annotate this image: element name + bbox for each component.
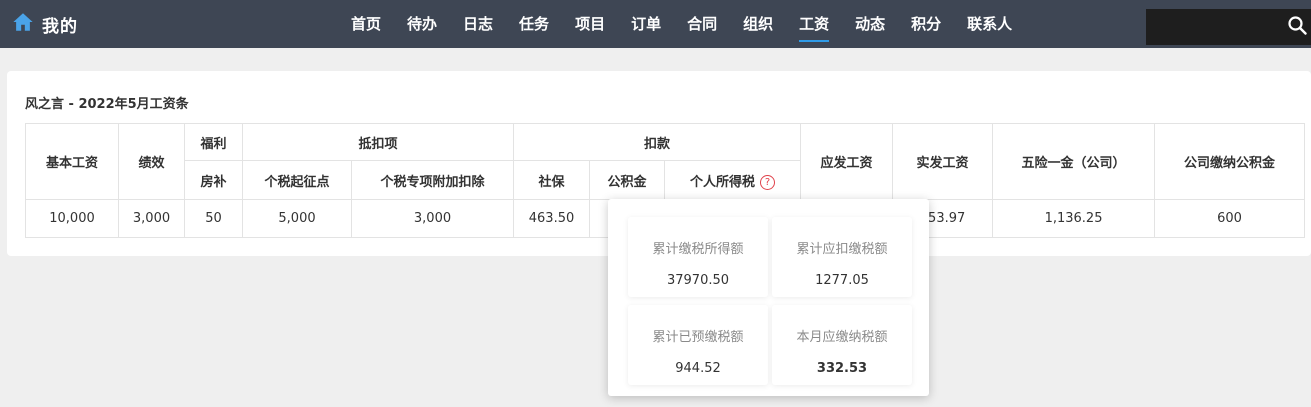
header-social-security: 社保 <box>513 160 591 200</box>
nav-item-activity[interactable]: 动态 <box>842 0 898 48</box>
home-icon <box>12 11 34 37</box>
nav-item-contacts[interactable]: 联系人 <box>954 0 1025 48</box>
tax-tile-cumulative-tax-prepaid: 累计已预缴税额 944.52 <box>628 305 768 385</box>
search-input[interactable] <box>1146 9 1282 45</box>
tax-detail-popover: 累计缴税所得额 37970.50 累计应扣缴税额 1277.05 累计已预缴税额… <box>608 199 929 396</box>
header-gross-pay: 应发工资 <box>800 123 894 200</box>
nav-item-contract[interactable]: 合同 <box>674 0 730 48</box>
nav-item-points[interactable]: 积分 <box>898 0 954 48</box>
nav-item-project[interactable]: 项目 <box>562 0 618 48</box>
header-welfare: 福利 <box>184 123 243 161</box>
nav-item-log[interactable]: 日志 <box>450 0 506 48</box>
brand[interactable]: 我的 <box>12 11 78 37</box>
header-base-salary: 基本工资 <box>25 123 119 200</box>
nav-item-organization[interactable]: 组织 <box>730 0 786 48</box>
header-housing-fund-company: 公司缴纳公积金 <box>1154 123 1306 200</box>
tile-value: 332.53 <box>816 361 868 376</box>
header-insurance-company: 五险一金（公司） <box>992 123 1156 200</box>
header-net-pay: 实发工资 <box>892 123 994 200</box>
header-housing-allowance: 房补 <box>184 160 243 200</box>
tile-value: 37970.50 <box>666 273 730 288</box>
tax-tile-monthly-tax-due: 本月应缴纳税额 332.53 <box>772 305 912 385</box>
brand-title: 我的 <box>42 16 78 37</box>
cell-social-security: 463.50 <box>513 199 591 238</box>
nav-item-home[interactable]: 首页 <box>338 0 394 48</box>
cell-base-salary: 10,000 <box>25 199 119 238</box>
tile-label: 累计缴税所得额 <box>652 242 744 257</box>
search-button[interactable] <box>1282 9 1311 45</box>
nav-item-todo[interactable]: 待办 <box>394 0 450 48</box>
cell-performance: 3,000 <box>118 199 185 238</box>
cell-special-deduction: 3,000 <box>350 199 515 238</box>
nav-item-task[interactable]: 任务 <box>506 0 562 48</box>
search-icon <box>1287 15 1307 39</box>
tax-tile-cumulative-taxable-income: 累计缴税所得额 37970.50 <box>628 217 768 297</box>
header-income-tax: 个人所得税? <box>664 160 802 200</box>
payslip-title: 风之言 - 2022年5月工资条 <box>25 97 189 112</box>
help-icon[interactable]: ? <box>760 174 776 190</box>
tax-tile-cumulative-tax-withheld: 累计应扣缴税额 1277.05 <box>772 217 912 297</box>
tile-value: 944.52 <box>675 361 721 376</box>
top-navbar: 我的 首页 待办 日志 任务 项目 订单 合同 组织 工资 动态 积分 联系人 <box>0 0 1311 48</box>
header-income-tax-label: 个人所得税 <box>690 174 756 190</box>
tile-value: 1277.05 <box>815 273 869 288</box>
header-tax-threshold: 个税起征点 <box>242 160 352 200</box>
cell-insurance-company: 1,136.25 <box>992 199 1156 238</box>
cell-tax-threshold: 5,000 <box>242 199 352 238</box>
main-nav: 首页 待办 日志 任务 项目 订单 合同 组织 工资 动态 积分 联系人 <box>338 0 1025 48</box>
header-deductions: 扣款 <box>513 123 802 161</box>
tile-label: 累计已预缴税额 <box>652 330 744 345</box>
header-special-deduction: 个税专项附加扣除 <box>350 160 515 200</box>
tile-label: 本月应缴纳税额 <box>796 330 888 345</box>
nav-item-order[interactable]: 订单 <box>618 0 674 48</box>
nav-item-salary[interactable]: 工资 <box>786 0 842 48</box>
header-deductibles: 抵扣项 <box>241 123 515 161</box>
cell-housing-allowance: 50 <box>184 199 243 238</box>
tile-label: 累计应扣缴税额 <box>796 242 888 257</box>
header-performance: 绩效 <box>118 123 185 200</box>
header-housing-fund: 公积金 <box>589 160 666 200</box>
cell-housing-fund-company: 600 <box>1154 199 1306 238</box>
